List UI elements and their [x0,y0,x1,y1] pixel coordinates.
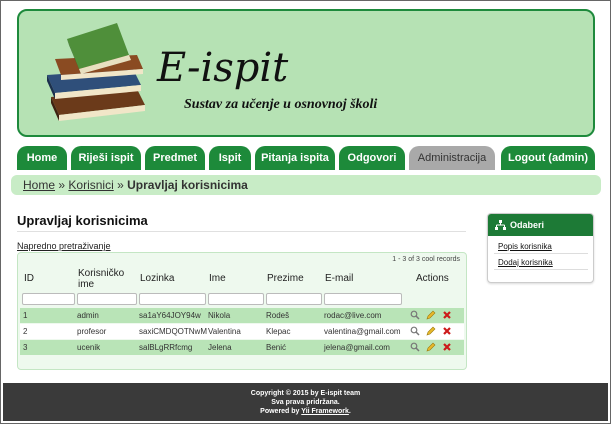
filter-password-input[interactable] [139,293,206,305]
footer-powered-prefix: Powered by [260,408,300,415]
cell-prezime: Benić [266,343,287,352]
delete-icon[interactable] [442,326,452,336]
edit-pencil-icon[interactable] [426,310,436,320]
grid-summary: 1 - 3 of 3 cool records [392,256,460,263]
cell-id: 1 [23,311,28,320]
filter-id-input[interactable] [22,293,75,305]
nav-pitanja-ispita[interactable]: Pitanja ispita [255,146,335,170]
cell-id: 2 [23,327,28,336]
cell-prezime: Klepac [266,327,291,336]
page-title: Upravljaj korisnicima [17,213,148,228]
sidebar-divider [494,269,588,270]
site-subtitle: Sustav za učenje u osnovnoj školi [184,97,378,112]
cell-ime: Nikola [208,311,231,320]
delete-icon[interactable] [442,310,452,320]
breadcrumb-separator: » [117,178,124,192]
table-row: 3 ucenik salBLgRRfcmg Jelena Benić jelen… [20,340,464,355]
cell-password: salBLgRRfcmg [139,343,193,352]
view-icon[interactable] [410,310,420,320]
cell-username: profesor [77,327,107,336]
breadcrumb-separator: » [58,178,66,192]
site-title: E-ispit [157,45,289,91]
nav-logout[interactable]: Logout (admin) [501,146,595,170]
breadcrumb-home-link[interactable]: Home [23,178,55,192]
edit-pencil-icon[interactable] [426,326,436,336]
breadcrumb-current: Upravljaj korisnicima [127,178,248,192]
footer-powered-suffix: . [348,408,351,415]
cell-username: ucenik [77,343,101,352]
breadcrumb-korisnici-link[interactable]: Korisnici [68,178,113,192]
cell-id: 3 [23,343,28,352]
column-header-actions: Actions [416,273,449,284]
delete-icon[interactable] [442,342,452,352]
sidebar-link-dodaj-korisnika[interactable]: Dodaj korisnika [498,258,553,267]
cell-username: admin [77,311,99,320]
footer-copyright: Copyright © 2015 by E-ispit team [250,390,361,397]
nav-rijesi-ispit[interactable]: Riješi ispit [71,146,141,170]
cell-ime: Valentina [208,327,241,336]
sidebar-menu: Odaberi Popis korisnika Dodaj korisnika [487,213,594,283]
nav-predmet[interactable]: Predmet [145,146,205,170]
footer-rights: Sva prava pridržana. [271,399,340,406]
column-header-email[interactable]: E-mail [325,273,353,284]
cell-email: rodac@live.com [324,311,382,320]
filter-username-input[interactable] [77,293,137,305]
cell-prezime: Rodeš [266,311,290,320]
site-footer: Copyright © 2015 by E-ispit team Sva pra… [3,383,608,421]
nav-odgovori[interactable]: Odgovori [339,146,405,170]
sidebar-title-text: Odaberi [510,220,545,230]
nav-home[interactable]: Home [17,146,67,170]
filter-email-input[interactable] [324,293,402,305]
main-nav: Home Riješi ispit Predmet Ispit Pitanja … [17,146,595,170]
sidebar-divider [494,253,588,254]
breadcrumb: Home » Korisnici » Upravljaj korisnicima [11,175,601,195]
view-icon[interactable] [410,342,420,352]
books-logo-icon [47,23,145,121]
nav-ispit[interactable]: Ispit [209,146,251,170]
nav-administracija[interactable]: Administracija [409,146,495,170]
sidebar-link-popis-korisnika[interactable]: Popis korisnika [498,242,552,251]
cell-ime: Jelena [208,343,232,352]
column-header-prezime[interactable]: Prezime [267,273,304,284]
column-header-password[interactable]: Lozinka [140,273,174,284]
column-header-id[interactable]: ID [24,273,34,284]
table-row: 2 profesor saxiCMDQOTNwM Valentina Klepa… [20,324,464,339]
sitemap-icon [495,220,506,230]
column-header-username[interactable]: Korisničko ime [78,268,138,290]
cell-email: jelena@gmail.com [324,343,390,352]
edit-pencil-icon[interactable] [426,342,436,352]
users-grid: 1 - 3 of 3 cool records ID Korisničko im… [17,252,467,370]
footer-powered: Powered by Yii Framework. [3,407,608,416]
table-row: 1 admin sa1aY64JOY94w Nikola Rodeš rodac… [20,308,464,323]
sidebar-title: Odaberi [488,214,593,236]
view-icon[interactable] [410,326,420,336]
cell-password: sa1aY64JOY94w [139,311,201,320]
site-header: E-ispit Sustav za učenje u osnovnoj škol… [17,9,595,137]
cell-email: valentina@gmail.com [324,327,401,336]
column-header-ime[interactable]: Ime [209,273,226,284]
title-divider [17,231,466,232]
advanced-search-link[interactable]: Napredno pretraživanje [17,241,111,251]
filter-prezime-input[interactable] [266,293,322,305]
footer-yii-link[interactable]: Yii Framework [301,408,349,415]
filter-ime-input[interactable] [208,293,264,305]
cell-password: saxiCMDQOTNwM [139,327,207,336]
